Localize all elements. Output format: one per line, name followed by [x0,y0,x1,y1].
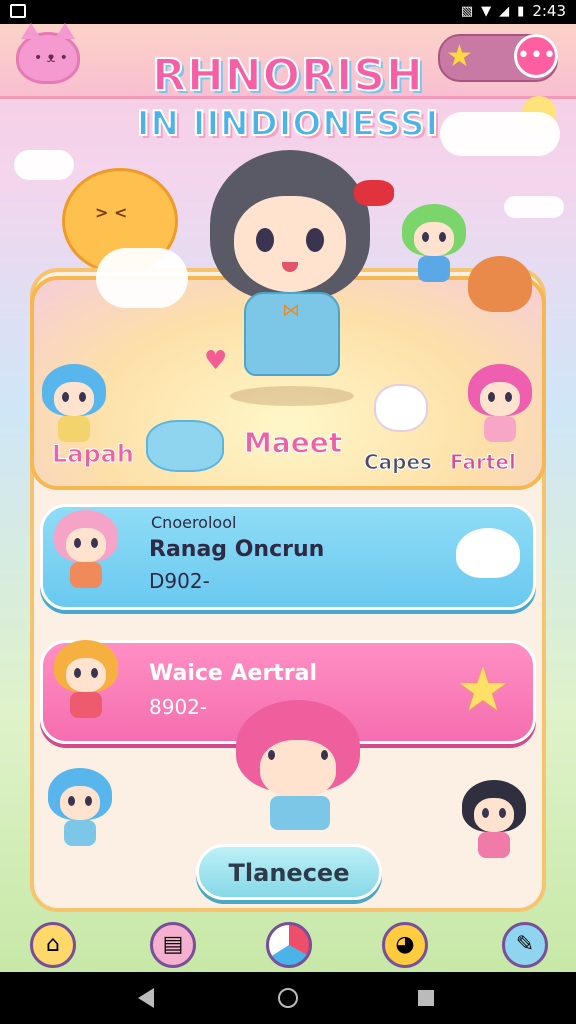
pink-hero-character [236,700,360,830]
panel-label-2[interactable]: Maeet [243,426,342,460]
panel-label-3[interactable]: Capes [364,450,433,475]
ghost-icon [456,528,520,578]
orange-hair-character [54,640,118,718]
status-bar: ▧ ▼ ◢ ▮ 2:43 [0,0,576,24]
row-subtitle: Cnoerolool [151,513,237,532]
row-value: 8902- [149,695,208,719]
back-icon[interactable] [138,988,154,1008]
edit-icon[interactable]: ✎ [502,922,548,968]
row-title: Waice Aertral [149,661,318,686]
star-icon: ★ [456,655,510,725]
wifi-icon: ▼ [481,3,492,19]
eye-icon [306,228,324,252]
panel-label-1[interactable]: Lapah [52,440,135,469]
cloud-decoration [96,248,188,308]
panel-label-4[interactable]: Fartel [450,450,517,475]
blue-blob-character[interactable] [146,420,224,472]
bow-icon [354,180,394,206]
status-time: 2:43 [532,2,566,20]
signal-icon: ◢ [499,3,510,19]
dark-hair-character [462,780,526,858]
orange-bear-character[interactable] [468,256,532,316]
home-icon[interactable]: ⌂ [30,922,76,968]
cloud-decoration [504,196,564,218]
bottom-nav: ⌂ ▤ ◕ ✎ [0,912,576,972]
heart-icon: ♥ [204,346,228,376]
blue-character [48,768,112,846]
hero-body: ⋈ [244,292,340,376]
image-icon [10,4,26,18]
system-nav-bar [0,972,576,1024]
green-cat-character[interactable] [402,204,466,282]
pink-cat-character [54,510,118,588]
home-circle-icon[interactable] [278,988,298,1008]
ball-icon[interactable] [266,922,312,968]
hero-face [234,196,346,292]
blue-hair-character[interactable] [42,364,106,442]
chick-icon[interactable]: ◕ [382,922,428,968]
card-icon[interactable]: ▤ [150,922,196,968]
pink-hair-character[interactable] [468,364,532,442]
cloud-decoration [440,112,560,156]
row-value: D902- [149,569,210,593]
game-title: RHNORISH [151,49,424,102]
bowtie-icon: ⋈ [282,300,300,321]
vibrate-icon: ▧ [460,3,474,19]
transfer-button[interactable]: Tlanecee [196,844,382,900]
row-title: Ranag Oncrun [149,537,325,562]
cloud-decoration [14,150,74,180]
white-cat-character[interactable] [374,384,428,432]
recent-apps-icon[interactable] [418,990,434,1006]
eye-icon [256,228,274,252]
battery-icon: ▮ [517,3,525,19]
hero-shadow [230,386,354,406]
mouth-icon [282,262,298,272]
